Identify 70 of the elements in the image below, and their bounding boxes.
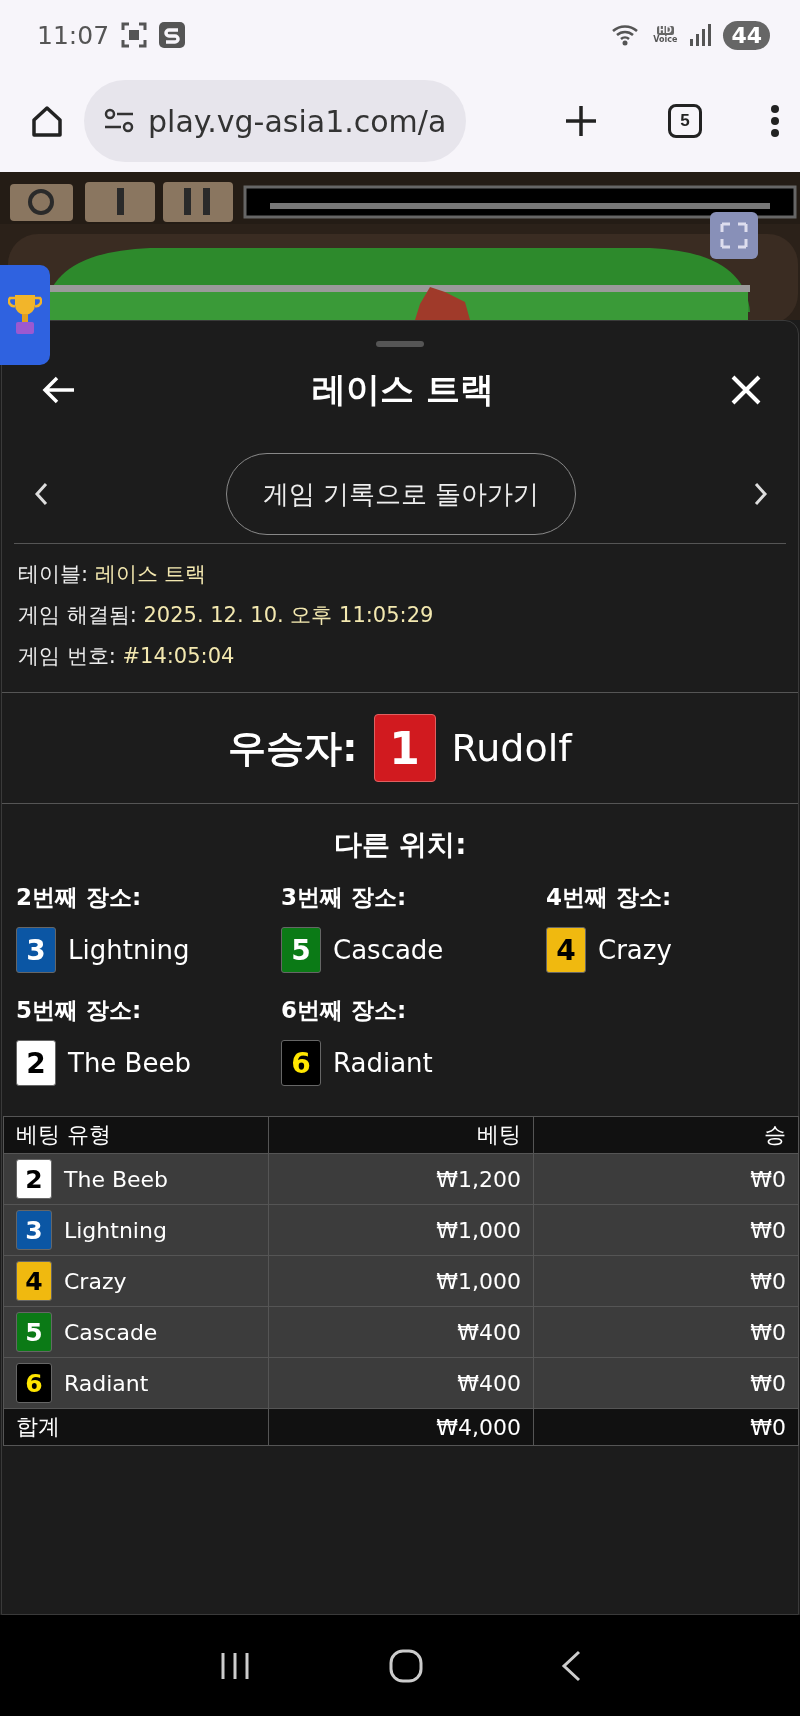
section-title: 다른 위치: (332, 827, 468, 863)
place-label: 3번째 장소: (281, 883, 408, 912)
info-line: 테이블: 레이스 트랙 (18, 561, 208, 588)
total-win: ₩0 (533, 1408, 799, 1446)
win-amount: ₩0 (533, 1153, 799, 1205)
bet-amount: ₩1,000 (268, 1255, 534, 1307)
place-label: 5번째 장소: (16, 996, 143, 1025)
screenshot-icon (121, 22, 148, 48)
horse-name: Crazy (598, 935, 672, 965)
win-amount: ₩0 (533, 1357, 799, 1409)
signal-icon (689, 24, 712, 46)
number-badge: 6 (16, 1363, 52, 1403)
winner-label: 우승자: (228, 724, 358, 772)
win-amount: ₩0 (533, 1306, 799, 1358)
next-button[interactable] (754, 482, 768, 506)
horse-name: Lightning (64, 1217, 167, 1243)
column-header: 승 (533, 1116, 799, 1154)
back-button[interactable] (561, 1649, 581, 1682)
column-header: 베팅 유형 (3, 1116, 269, 1154)
bet-amount: ₩1,200 (268, 1153, 534, 1205)
column-header: 베팅 (268, 1116, 534, 1154)
home-button[interactable] (30, 104, 64, 138)
number-badge: 6 (281, 1040, 321, 1086)
number-badge: 3 (16, 1210, 52, 1250)
number-badge: 2 (16, 1159, 52, 1199)
drag-handle[interactable] (376, 341, 424, 347)
horse-name: The Beeb (64, 1166, 169, 1192)
number-badge: 5 (281, 927, 321, 973)
info-line: 게임 번호: #14:05:04 (18, 643, 236, 670)
horse-name: Cascade (64, 1319, 158, 1345)
app-icon (159, 22, 186, 48)
place-label: 2번째 장소: (16, 883, 143, 912)
horse-name: Radiant (64, 1370, 149, 1396)
win-amount: ₩0 (533, 1255, 799, 1307)
address-bar[interactable]: play.vg-asia1.com/a (84, 80, 466, 162)
url-text: play.vg-asia1.com/a (148, 103, 447, 139)
number-badge: 5 (16, 1312, 52, 1352)
horse-name: Crazy (64, 1268, 127, 1294)
home-button[interactable] (389, 1648, 423, 1683)
new-tab-button[interactable] (564, 104, 598, 138)
close-button[interactable] (730, 374, 762, 406)
horse-name: The Beeb (68, 1048, 191, 1078)
battery-indicator: 44 (723, 20, 770, 50)
win-amount: ₩0 (533, 1204, 799, 1256)
horse-name: Radiant (333, 1048, 433, 1078)
number-badge: 4 (546, 927, 586, 973)
site-settings-icon[interactable] (104, 108, 134, 134)
horse-name: Cascade (333, 935, 444, 965)
place-label: 4번째 장소: (546, 883, 673, 912)
number-badge: 3 (16, 927, 56, 973)
info-line: 게임 해결됨: 2025. 12. 10. 오후 11:05:29 (18, 602, 435, 629)
trophy-icon (8, 293, 42, 337)
menu-button[interactable] (770, 104, 780, 138)
number-badge: 4 (16, 1261, 52, 1301)
total-bet: ₩4,000 (268, 1408, 534, 1446)
sheet-title: 레이스 트랙 (312, 368, 494, 411)
bet-amount: ₩400 (268, 1357, 534, 1409)
horse-name: Lightning (68, 935, 190, 965)
previous-button[interactable] (34, 482, 48, 506)
tab-count-button[interactable]: 5 (668, 104, 702, 138)
horse-name: Rudolf (451, 726, 572, 770)
number-badge: 2 (16, 1040, 56, 1086)
trophy-button[interactable] (0, 265, 50, 365)
total-label: 합계 (3, 1408, 269, 1446)
clock: 11:07 (37, 20, 110, 50)
place-label: 6번째 장소: (281, 996, 408, 1025)
number-badge: 1 (373, 714, 436, 782)
recent-apps-button[interactable] (219, 1650, 251, 1681)
bet-amount: ₩400 (268, 1306, 534, 1358)
bet-amount: ₩1,000 (268, 1204, 534, 1256)
